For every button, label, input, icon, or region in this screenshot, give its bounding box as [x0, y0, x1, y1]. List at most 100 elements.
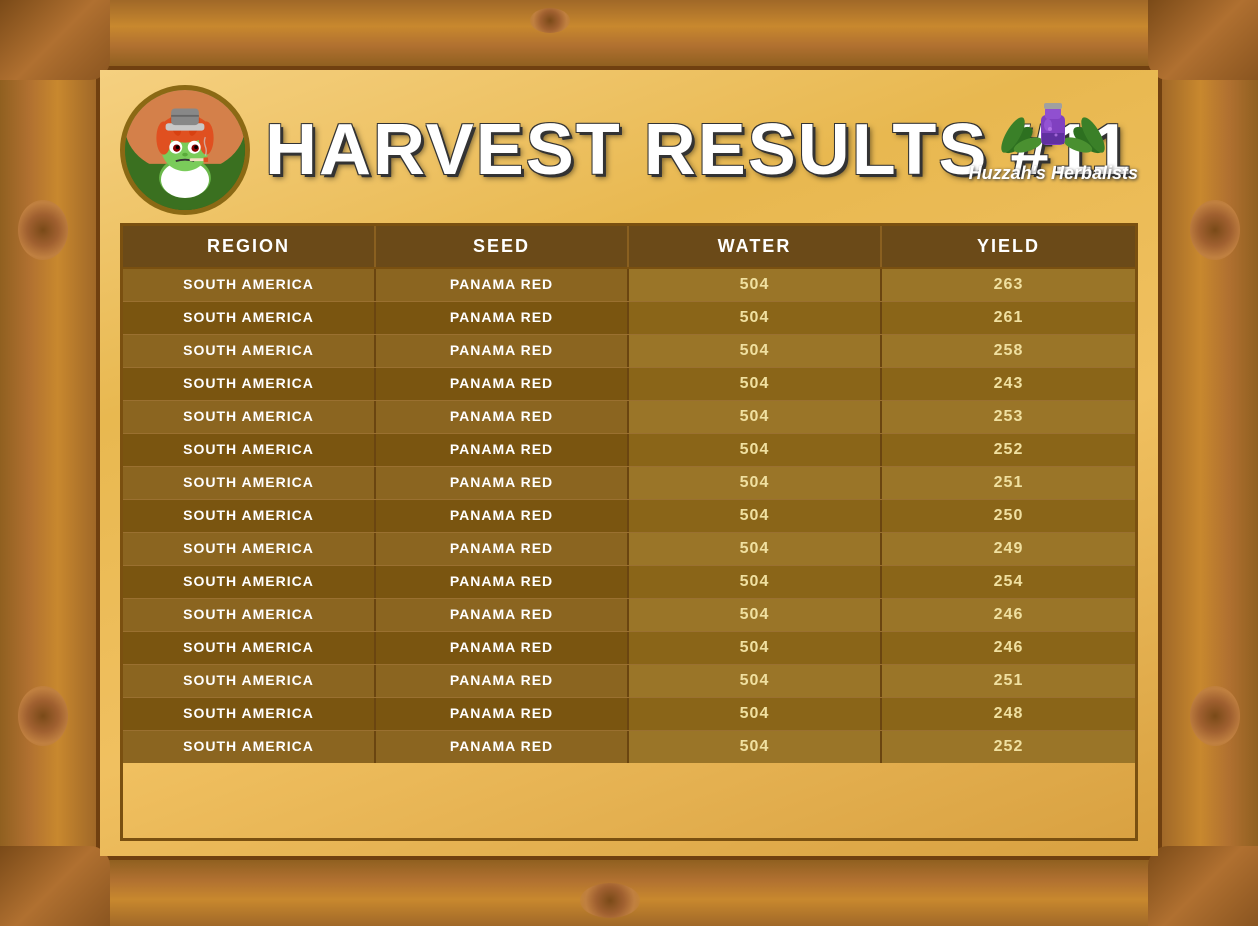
cell-yield: 252	[882, 731, 1135, 763]
cell-seed: PANAMA RED	[376, 302, 629, 334]
cell-water: 504	[629, 599, 882, 631]
cell-region: SOUTH AMERICA	[123, 335, 376, 367]
cell-yield: 246	[882, 599, 1135, 631]
cell-water: 504	[629, 401, 882, 433]
cell-region: SOUTH AMERICA	[123, 500, 376, 532]
cell-water: 504	[629, 467, 882, 499]
brand-text: Huzzah's Herbalists	[969, 163, 1138, 184]
cell-seed: PANAMA RED	[376, 599, 629, 631]
cell-region: SOUTH AMERICA	[123, 599, 376, 631]
table-row: SOUTH AMERICAPANAMA RED504248	[123, 698, 1135, 731]
header: HARVEST RESULTS #11	[120, 80, 1138, 223]
border-right	[1158, 0, 1258, 926]
table-row: SOUTH AMERICAPANAMA RED504250	[123, 500, 1135, 533]
wood-knot-left-bottom	[18, 686, 68, 746]
corner-tr	[1148, 0, 1258, 80]
logo-plant-decoration	[998, 85, 1108, 160]
table-header-row: REGION SEED WATER YIELD	[123, 226, 1135, 269]
corner-bl	[0, 846, 110, 926]
table-row: SOUTH AMERICAPANAMA RED504254	[123, 566, 1135, 599]
cell-yield: 251	[882, 467, 1135, 499]
cell-water: 504	[629, 302, 882, 334]
wood-frame: HARVEST RESULTS #11	[0, 0, 1258, 926]
wood-knot-left-top	[18, 200, 68, 260]
avatar	[120, 85, 250, 215]
cell-yield: 263	[882, 269, 1135, 301]
header-water: WATER	[629, 226, 882, 267]
cell-seed: PANAMA RED	[376, 665, 629, 697]
cell-yield: 250	[882, 500, 1135, 532]
cell-region: SOUTH AMERICA	[123, 302, 376, 334]
cell-seed: PANAMA RED	[376, 698, 629, 730]
table-body: SOUTH AMERICAPANAMA RED504263SOUTH AMERI…	[123, 269, 1135, 838]
cell-water: 504	[629, 533, 882, 565]
cell-yield: 258	[882, 335, 1135, 367]
cell-water: 504	[629, 269, 882, 301]
cell-seed: PANAMA RED	[376, 401, 629, 433]
cell-yield: 243	[882, 368, 1135, 400]
cell-seed: PANAMA RED	[376, 632, 629, 664]
harvest-table: REGION SEED WATER YIELD SOUTH AMERICAPAN…	[120, 223, 1138, 841]
cell-seed: PANAMA RED	[376, 335, 629, 367]
cell-water: 504	[629, 566, 882, 598]
table-row: SOUTH AMERICAPANAMA RED504258	[123, 335, 1135, 368]
table-row: SOUTH AMERICAPANAMA RED504246	[123, 599, 1135, 632]
cell-region: SOUTH AMERICA	[123, 467, 376, 499]
wood-knot-right-top	[1190, 200, 1240, 260]
cell-seed: PANAMA RED	[376, 467, 629, 499]
cell-seed: PANAMA RED	[376, 434, 629, 466]
table-row: SOUTH AMERICAPANAMA RED504246	[123, 632, 1135, 665]
header-seed: SEED	[376, 226, 629, 267]
cell-yield: 261	[882, 302, 1135, 334]
border-top	[0, 0, 1258, 70]
cell-yield: 251	[882, 665, 1135, 697]
cell-water: 504	[629, 665, 882, 697]
cell-water: 504	[629, 368, 882, 400]
table-row: SOUTH AMERICAPANAMA RED504243	[123, 368, 1135, 401]
table-row: SOUTH AMERICAPANAMA RED504252	[123, 731, 1135, 763]
cell-seed: PANAMA RED	[376, 368, 629, 400]
cell-water: 504	[629, 335, 882, 367]
inner-content: HARVEST RESULTS #11	[100, 70, 1158, 856]
cell-yield: 254	[882, 566, 1135, 598]
cell-water: 504	[629, 698, 882, 730]
cell-region: SOUTH AMERICA	[123, 533, 376, 565]
cell-region: SOUTH AMERICA	[123, 698, 376, 730]
table-row: SOUTH AMERICAPANAMA RED504251	[123, 665, 1135, 698]
cell-seed: PANAMA RED	[376, 566, 629, 598]
cell-seed: PANAMA RED	[376, 731, 629, 763]
table-row: SOUTH AMERICAPANAMA RED504253	[123, 401, 1135, 434]
cell-seed: PANAMA RED	[376, 500, 629, 532]
cell-water: 504	[629, 731, 882, 763]
header-yield: YIELD	[882, 226, 1135, 267]
cell-region: SOUTH AMERICA	[123, 269, 376, 301]
header-region: REGION	[123, 226, 376, 267]
table-row: SOUTH AMERICAPANAMA RED504251	[123, 467, 1135, 500]
cell-yield: 246	[882, 632, 1135, 664]
table-row: SOUTH AMERICAPANAMA RED504249	[123, 533, 1135, 566]
corner-tl	[0, 0, 110, 80]
cell-region: SOUTH AMERICA	[123, 632, 376, 664]
cell-yield: 252	[882, 434, 1135, 466]
table-row: SOUTH AMERICAPANAMA RED504252	[123, 434, 1135, 467]
wood-knot-top-center	[530, 8, 570, 33]
cell-yield: 249	[882, 533, 1135, 565]
cell-water: 504	[629, 500, 882, 532]
table-row: SOUTH AMERICAPANAMA RED504263	[123, 269, 1135, 302]
cell-region: SOUTH AMERICA	[123, 368, 376, 400]
wood-knot-bottom-center	[580, 883, 640, 918]
cell-yield: 253	[882, 401, 1135, 433]
cell-region: SOUTH AMERICA	[123, 401, 376, 433]
cell-region: SOUTH AMERICA	[123, 665, 376, 697]
cell-seed: PANAMA RED	[376, 269, 629, 301]
cell-region: SOUTH AMERICA	[123, 731, 376, 763]
wood-knot-right-bottom	[1190, 686, 1240, 746]
cell-seed: PANAMA RED	[376, 533, 629, 565]
border-left	[0, 0, 100, 926]
logo-area: Huzzah's Herbalists	[969, 85, 1138, 184]
cell-yield: 248	[882, 698, 1135, 730]
cell-water: 504	[629, 434, 882, 466]
cell-region: SOUTH AMERICA	[123, 566, 376, 598]
corner-br	[1148, 846, 1258, 926]
cell-region: SOUTH AMERICA	[123, 434, 376, 466]
